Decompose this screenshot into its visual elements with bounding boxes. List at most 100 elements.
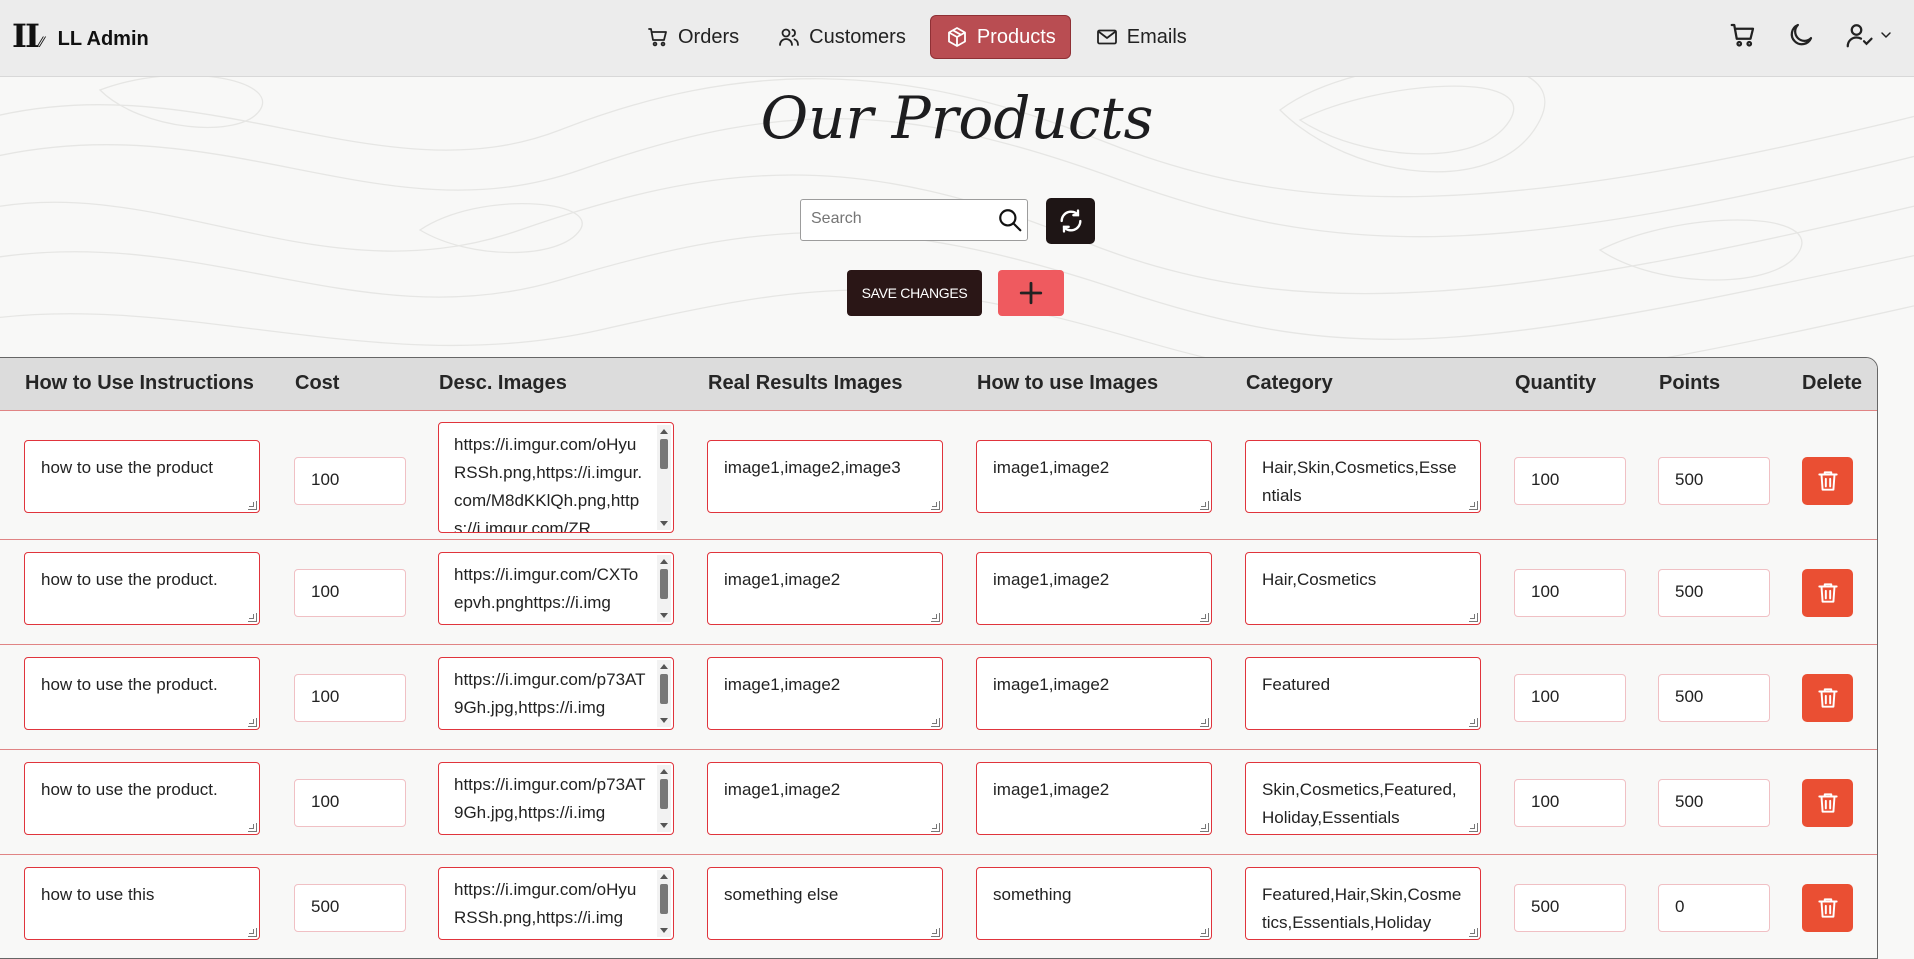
- cart-icon[interactable]: [1728, 20, 1758, 50]
- products-table: How to Use Instructions Cost Desc. Image…: [0, 357, 1878, 959]
- table-row: how to use the product. 100 https://i.im…: [0, 540, 1877, 645]
- cost-input[interactable]: 500: [294, 884, 406, 932]
- brand[interactable]: II⁄⁄ LL Admin: [12, 18, 149, 61]
- main-nav: Orders Customers Products Emails: [632, 15, 1201, 59]
- plus-icon: [1019, 281, 1043, 305]
- how-to-images-textarea[interactable]: image1,image2: [976, 552, 1212, 625]
- delete-button[interactable]: [1802, 457, 1853, 505]
- brand-name: LL Admin: [57, 28, 149, 50]
- points-input[interactable]: 0: [1658, 884, 1770, 932]
- page-title: Our Products: [760, 84, 1154, 152]
- delete-button[interactable]: [1802, 674, 1853, 722]
- top-actions: [1728, 20, 1894, 50]
- instructions-textarea[interactable]: how to use the product.: [24, 552, 260, 625]
- trash-icon: [1817, 898, 1838, 918]
- trash-icon: [1817, 793, 1838, 813]
- header-instructions: How to Use Instructions: [25, 372, 254, 394]
- nav-orders-label: Orders: [678, 25, 740, 48]
- header-real-results: Real Results Images: [708, 372, 903, 394]
- instructions-textarea[interactable]: how to use the product.: [24, 762, 260, 835]
- scrollbar[interactable]: [657, 425, 671, 530]
- how-to-images-textarea[interactable]: image1,image2: [976, 762, 1212, 835]
- instructions-textarea[interactable]: how to use this: [24, 867, 260, 940]
- real-results-textarea[interactable]: something else: [707, 867, 943, 940]
- scrollbar[interactable]: [657, 660, 671, 727]
- scrollbar[interactable]: [657, 870, 671, 937]
- mail-icon: [1096, 29, 1117, 45]
- how-to-images-textarea[interactable]: image1,image2: [976, 657, 1212, 730]
- desc-images-textarea[interactable]: https://i.imgur.com/CXToepvh.pnghttps://…: [438, 552, 674, 625]
- cost-input[interactable]: 100: [294, 569, 406, 617]
- add-product-button[interactable]: [998, 270, 1064, 316]
- nav-emails[interactable]: Emails: [1081, 15, 1201, 59]
- points-input[interactable]: 500: [1658, 779, 1770, 827]
- desc-images-textarea[interactable]: https://i.imgur.com/oHyuRSSh.png,https:/…: [438, 422, 674, 533]
- refresh-button[interactable]: [1046, 198, 1095, 244]
- delete-button[interactable]: [1802, 779, 1853, 827]
- nav-customers[interactable]: Customers: [763, 15, 920, 59]
- instructions-textarea[interactable]: how to use the product.: [24, 657, 260, 730]
- header-delete: Delete: [1802, 372, 1863, 394]
- how-to-images-textarea[interactable]: image1,image2: [976, 440, 1212, 513]
- quantity-input[interactable]: 100: [1514, 457, 1626, 505]
- nav-orders[interactable]: Orders: [632, 15, 753, 59]
- points-input[interactable]: 500: [1658, 674, 1770, 722]
- nav-customers-label: Customers: [809, 25, 906, 48]
- scrollbar[interactable]: [657, 555, 671, 622]
- trash-icon: [1817, 583, 1838, 603]
- real-results-textarea[interactable]: image1,image2: [707, 762, 943, 835]
- search-field[interactable]: [800, 199, 1028, 241]
- moon-icon[interactable]: [1786, 20, 1816, 50]
- points-input[interactable]: 500: [1658, 457, 1770, 505]
- cost-input[interactable]: 100: [294, 779, 406, 827]
- table-row: how to use this 500 https://i.imgur.com/…: [0, 855, 1877, 958]
- quantity-input[interactable]: 100: [1514, 779, 1626, 827]
- desc-images-textarea[interactable]: https://i.imgur.com/oHyuRSSh.png,https:/…: [438, 867, 674, 940]
- nav-products-label: Products: [976, 25, 1056, 48]
- real-results-textarea[interactable]: image1,image2,image3: [707, 440, 943, 513]
- trash-icon: [1817, 688, 1838, 708]
- desc-images-textarea[interactable]: https://i.imgur.com/p73AT9Gh.jpg,https:/…: [438, 657, 674, 730]
- delete-button[interactable]: [1802, 884, 1853, 932]
- instructions-textarea[interactable]: how to use the product: [24, 440, 260, 513]
- table-row: how to use the product. 100 https://i.im…: [0, 750, 1877, 855]
- how-to-images-textarea[interactable]: something: [976, 867, 1212, 940]
- header-how-to-images: How to use Images: [977, 372, 1159, 394]
- trash-icon: [1817, 471, 1838, 491]
- category-textarea[interactable]: Featured: [1245, 657, 1481, 730]
- chevron-down-icon: [1881, 32, 1891, 39]
- search-input[interactable]: [809, 209, 993, 229]
- header-cost: Cost: [295, 372, 340, 394]
- table-row: how to use the product 100 https://i.img…: [0, 411, 1877, 540]
- quantity-input[interactable]: 100: [1514, 674, 1626, 722]
- scrollbar[interactable]: [657, 765, 671, 832]
- header-category: Category: [1246, 372, 1333, 394]
- cart-icon: [648, 28, 667, 47]
- category-textarea[interactable]: Hair,Skin,Cosmetics,Essentials: [1245, 440, 1481, 513]
- category-textarea[interactable]: Featured,Hair,Skin,Cosmetics,Essentials,…: [1245, 867, 1481, 940]
- real-results-textarea[interactable]: image1,image2: [707, 552, 943, 625]
- table-header: How to Use Instructions Cost Desc. Image…: [0, 358, 1877, 411]
- user-menu[interactable]: [1844, 20, 1894, 50]
- category-textarea[interactable]: Skin,Cosmetics,Featured,Holiday,Essentia…: [1245, 762, 1481, 835]
- real-results-textarea[interactable]: image1,image2: [707, 657, 943, 730]
- desc-images-textarea[interactable]: https://i.imgur.com/p73AT9Gh.jpg,https:/…: [438, 762, 674, 835]
- top-navbar: II⁄⁄ LL Admin Orders Customers Products …: [0, 0, 1914, 77]
- nav-products[interactable]: Products: [929, 15, 1071, 59]
- brand-logo: II⁄⁄: [12, 17, 44, 55]
- header-points: Points: [1659, 372, 1721, 394]
- search-icon[interactable]: [997, 207, 1023, 233]
- quantity-input[interactable]: 500: [1514, 884, 1626, 932]
- cost-input[interactable]: 100: [294, 457, 406, 505]
- header-desc-images: Desc. Images: [439, 372, 567, 394]
- quantity-input[interactable]: 100: [1514, 569, 1626, 617]
- cost-input[interactable]: 100: [294, 674, 406, 722]
- nav-emails-label: Emails: [1126, 25, 1187, 48]
- box-icon: [947, 27, 966, 47]
- save-changes-button[interactable]: SAVE CHANGES: [847, 270, 982, 316]
- delete-button[interactable]: [1802, 569, 1853, 617]
- header-quantity: Quantity: [1515, 372, 1597, 394]
- category-textarea[interactable]: Hair,Cosmetics: [1245, 552, 1481, 625]
- points-input[interactable]: 500: [1658, 569, 1770, 617]
- table-row: how to use the product. 100 https://i.im…: [0, 645, 1877, 750]
